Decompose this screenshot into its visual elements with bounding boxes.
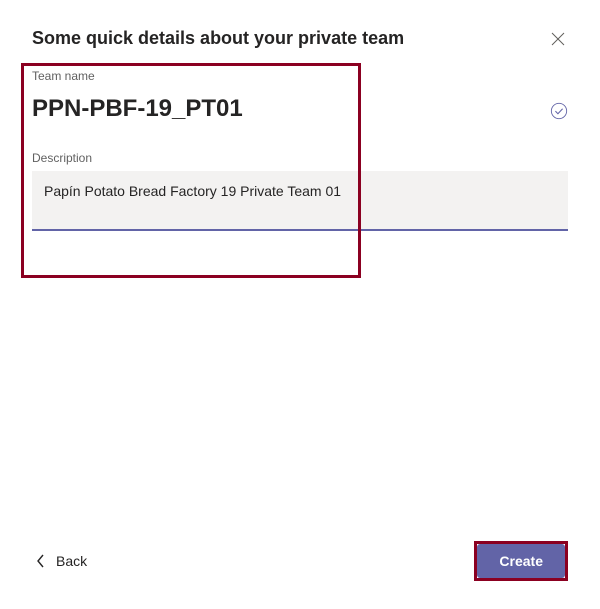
close-icon [551, 32, 565, 46]
team-name-input[interactable] [32, 89, 538, 133]
create-button-wrapper: Create [474, 541, 568, 581]
description-label: Description [32, 151, 568, 165]
create-button[interactable]: Create [477, 544, 565, 578]
dialog-header: Some quick details about your private te… [32, 28, 568, 49]
back-button[interactable]: Back [32, 547, 91, 575]
dialog-title: Some quick details about your private te… [32, 28, 404, 49]
team-name-row [32, 89, 568, 133]
description-input[interactable] [32, 171, 568, 231]
create-team-dialog: Some quick details about your private te… [0, 0, 600, 609]
close-button[interactable] [548, 29, 568, 49]
checkmark-circle-icon [550, 102, 568, 120]
back-button-label: Back [56, 553, 87, 569]
dialog-footer: Back Create [32, 541, 568, 581]
form-area: Team name Description [32, 69, 568, 236]
team-name-label: Team name [32, 69, 568, 83]
chevron-left-icon [36, 554, 46, 568]
